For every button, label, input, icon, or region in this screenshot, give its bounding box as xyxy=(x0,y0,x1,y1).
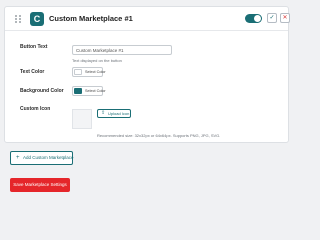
upload-icon-label: Upload Icon xyxy=(108,111,130,116)
button-text-label: Button Text xyxy=(20,44,48,50)
card-title: Custom Marketplace #1 xyxy=(49,14,133,23)
background-color-swatch xyxy=(74,88,82,94)
plus-icon: + xyxy=(16,155,20,161)
background-color-picker[interactable]: Select Color xyxy=(72,86,106,96)
marketplace-card: C Custom Marketplace #1 ✓ ✕ Button Text … xyxy=(4,6,290,143)
confirm-button[interactable]: ✓ xyxy=(267,13,277,23)
save-settings-button[interactable]: Save Marketplace Settings xyxy=(10,178,70,192)
marketplace-app-icon: C xyxy=(30,12,44,26)
custom-icon-hint: Recommended size: 32x32px or 64x64px. Su… xyxy=(97,133,221,138)
background-color-label: Background Color xyxy=(20,88,64,94)
text-color-picker[interactable]: Select Color xyxy=(72,67,106,77)
enable-toggle[interactable] xyxy=(245,14,262,23)
text-color-label: Text Color xyxy=(20,69,45,75)
add-marketplace-button[interactable]: + Add Custom Marketplace xyxy=(10,151,74,165)
upload-icon: ⇪ xyxy=(101,110,106,116)
background-color-picker-label: Select Color xyxy=(85,89,106,93)
drag-handle-icon[interactable] xyxy=(15,15,22,23)
button-text-input[interactable] xyxy=(72,45,172,55)
add-marketplace-label: Add Custom Marketplace xyxy=(23,155,74,160)
upload-icon-button[interactable]: ⇪ Upload Icon xyxy=(97,109,131,118)
button-text-hint: Text displayed on the button xyxy=(72,58,122,63)
text-color-picker-label: Select Color xyxy=(85,70,106,74)
custom-icon-label: Custom Icon xyxy=(20,106,51,112)
text-color-swatch xyxy=(74,69,82,75)
close-button[interactable]: ✕ xyxy=(280,13,290,23)
card-header: C Custom Marketplace #1 ✓ ✕ xyxy=(5,7,290,31)
custom-icon-preview xyxy=(72,109,92,129)
